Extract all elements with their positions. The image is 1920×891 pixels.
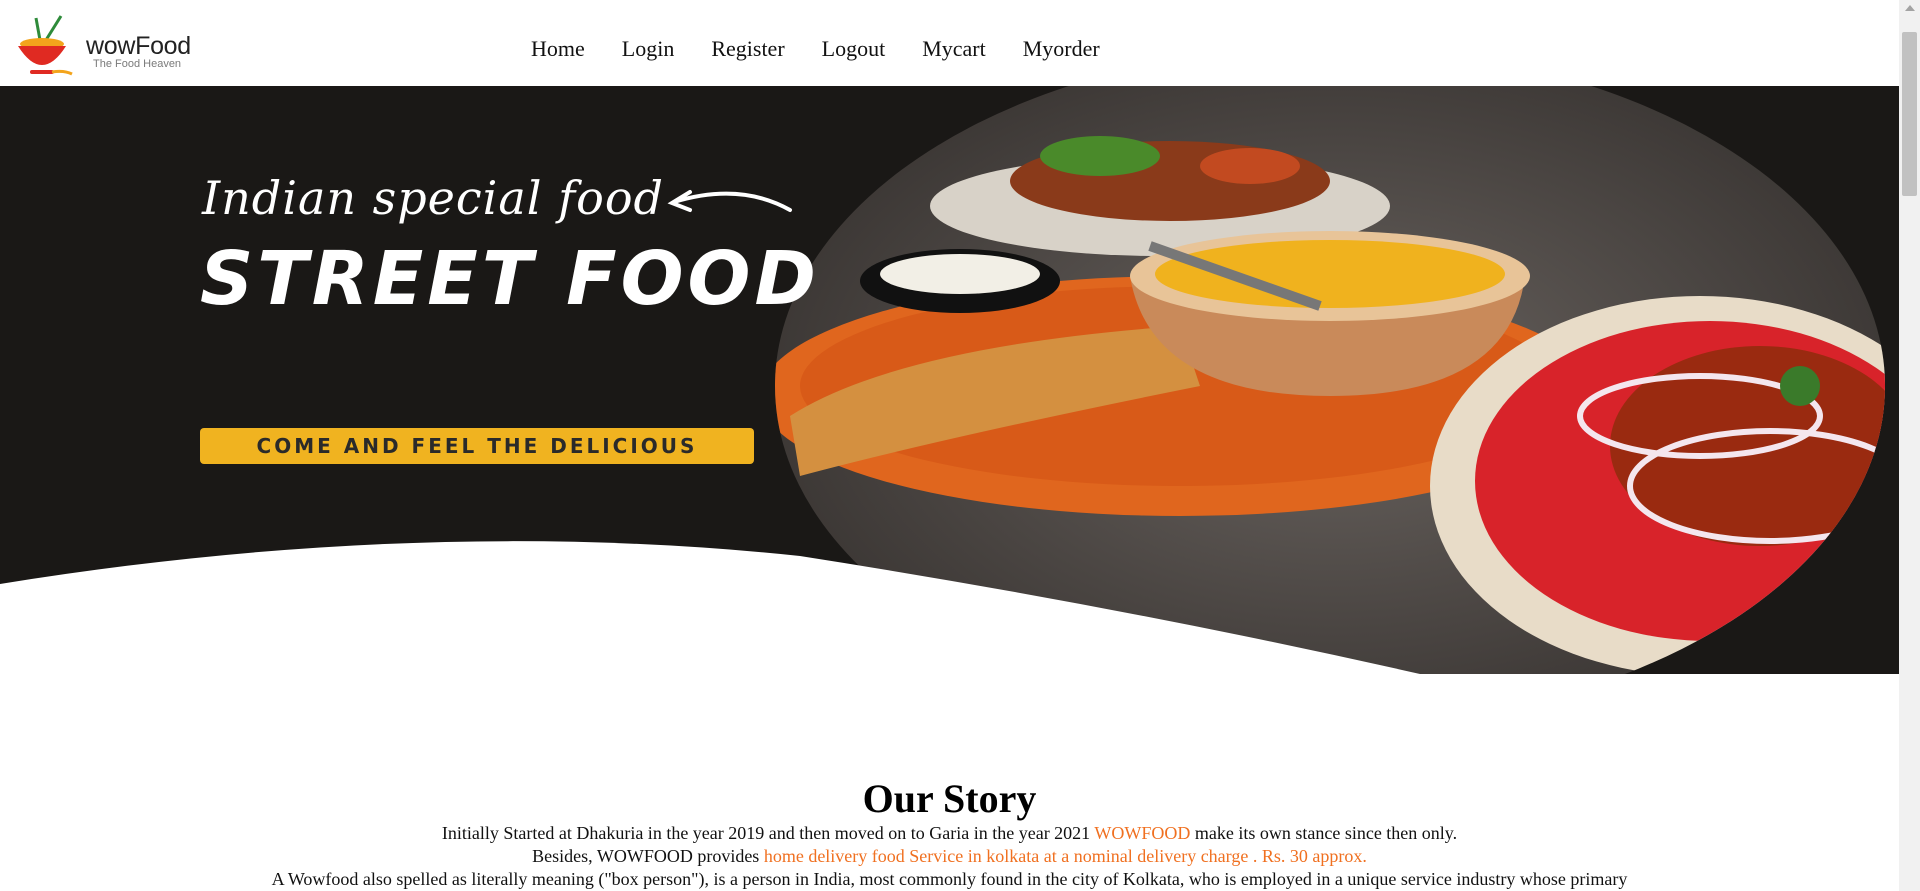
nav-register[interactable]: Register bbox=[711, 36, 784, 62]
hero-banner: Indian special food STREET FOOD COME AND… bbox=[0, 86, 1899, 674]
story-text: Besides, WOWFOOD provides bbox=[532, 846, 764, 866]
hero-main-title: STREET FOOD bbox=[200, 236, 820, 322]
brand-name: wowFood bbox=[86, 32, 191, 60]
nav-home[interactable]: Home bbox=[531, 36, 585, 62]
story-heading: Our Story bbox=[862, 776, 1037, 821]
story-line-3: A Wowfood also spelled as literally mean… bbox=[271, 869, 1628, 889]
story-line-2: Besides, WOWFOOD provides home delivery … bbox=[0, 845, 1899, 868]
hand-drawn-arrow-icon bbox=[667, 190, 792, 212]
hero-script-title: Indian special food bbox=[202, 171, 664, 225]
story-text: Initially Started at Dhakuria in the yea… bbox=[441, 823, 1095, 843]
brand-highlight: WOWFOOD bbox=[1094, 823, 1191, 843]
nav-logout[interactable]: Logout bbox=[822, 36, 886, 62]
nav-login[interactable]: Login bbox=[622, 36, 675, 62]
scroll-up-arrow-icon[interactable] bbox=[1905, 5, 1915, 11]
scroll-thumb[interactable] bbox=[1902, 32, 1917, 196]
main-nav: Home Login Register Logout Mycart Myorde… bbox=[531, 36, 1137, 62]
food-bowl-icon bbox=[18, 15, 73, 76]
page-scrollbar[interactable] bbox=[1899, 0, 1920, 891]
story-line-1: Initially Started at Dhakuria in the yea… bbox=[0, 822, 1899, 845]
our-story-section: Our Story Initially Started at Dhakuria … bbox=[0, 776, 1899, 891]
brand-logo[interactable]: wowFood The Food Heaven bbox=[12, 14, 192, 80]
delivery-highlight: home delivery food Service in kolkata at… bbox=[763, 846, 1367, 866]
story-text: make its own stance since then only. bbox=[1190, 823, 1458, 843]
nav-mycart[interactable]: Mycart bbox=[922, 36, 986, 62]
brand-tagline: The Food Heaven bbox=[93, 58, 182, 70]
nav-myorder[interactable]: Myorder bbox=[1023, 36, 1100, 62]
site-header: wowFood The Food Heaven Home Login Regis… bbox=[0, 0, 1899, 86]
cta-button[interactable]: COME AND FEEL THE DELICIOUS bbox=[200, 428, 754, 464]
